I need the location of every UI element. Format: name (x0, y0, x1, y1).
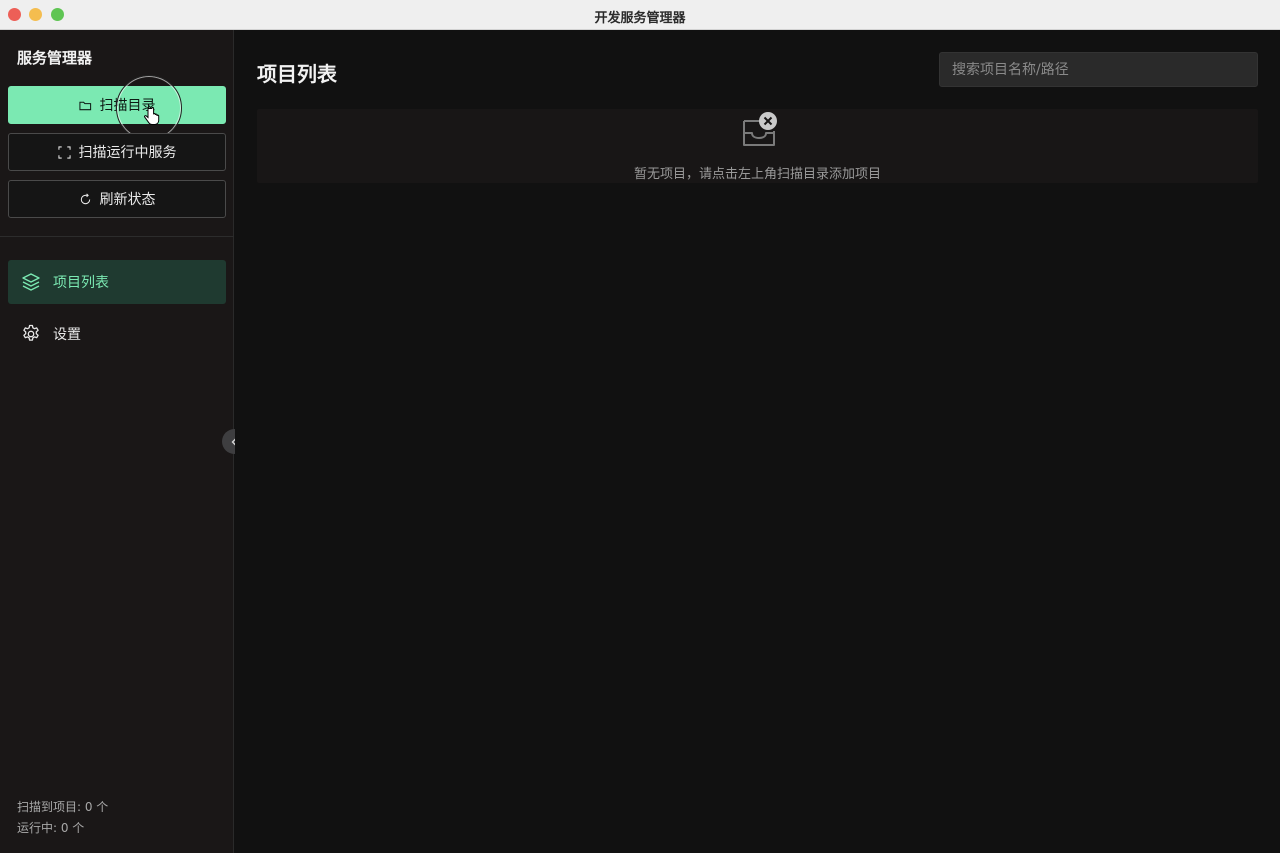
refresh-icon (80, 193, 90, 204)
sidebar: 服务管理器 扫描目录 扫描运行中服务 刷新状态 项目列表 设置 扫描到项目: 0… (0, 30, 234, 853)
scan-running-services-label: 扫描运行中服务 (78, 145, 177, 161)
scan-running-services-button[interactable]: 扫描运行中服务 (8, 133, 226, 171)
sidebar-brand: 服务管理器 (17, 49, 93, 67)
layers-icon (22, 273, 40, 291)
empty-state-message: 暂无项目，请点击左上角扫描目录添加项目 (633, 167, 881, 182)
empty-inbox-icon (743, 112, 777, 146)
gear-icon (23, 324, 39, 341)
refresh-status-button[interactable]: 刷新状态 (8, 180, 226, 218)
pointer-hand-icon (144, 107, 160, 125)
window-title: 开发服务管理器 (594, 11, 686, 26)
search-input[interactable] (939, 52, 1258, 87)
nav-item-project-list[interactable]: 项目列表 (8, 260, 226, 304)
empty-state: 暂无项目，请点击左上角扫描目录添加项目 (257, 109, 1258, 183)
nav-item-project-list-label: 项目列表 (53, 275, 109, 291)
nav-item-settings-label: 设置 (53, 327, 81, 343)
title-bar: 开发服务管理器 (0, 0, 1280, 30)
scan-frame-icon (57, 145, 71, 159)
running-services-count: 运行中: 0 个 (17, 821, 85, 835)
folder-icon (78, 101, 91, 110)
main-content: 项目列表 暂无项目，请点击左上角扫描目录添加项目 (235, 30, 1280, 853)
scanned-projects-count: 扫描到项目: 0 个 (17, 800, 109, 814)
sidebar-divider (0, 236, 234, 237)
nav-item-settings[interactable]: 设置 (8, 312, 226, 356)
refresh-status-label: 刷新状态 (99, 192, 156, 208)
page-title: 项目列表 (257, 62, 337, 86)
